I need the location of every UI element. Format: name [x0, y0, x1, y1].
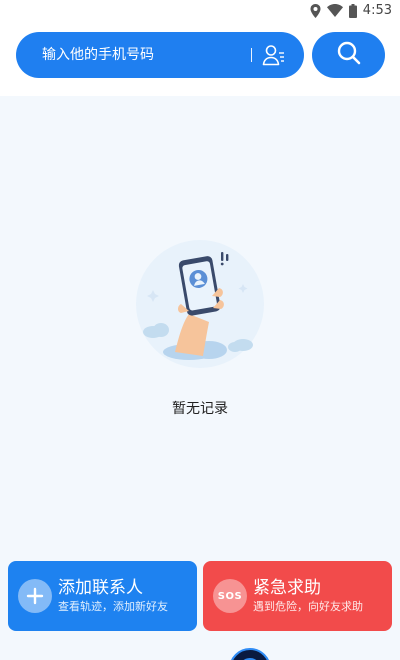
add-contact-title: 添加联系人 [58, 578, 143, 598]
status-bar: 4:53 [0, 0, 400, 24]
sos-subtitle: 遇到危险，向好友求助 [253, 600, 363, 613]
add-contact-subtitle: 查看轨迹，添加新好友 [58, 600, 168, 613]
phone-search-input[interactable] [40, 39, 251, 71]
search-button[interactable] [312, 32, 385, 78]
sos-icon: SOS [213, 579, 247, 613]
wifi-icon [326, 4, 343, 17]
sos-help-button[interactable]: SOS 紧急求助 遇到危险，向好友求助 [203, 561, 392, 631]
battery-icon [348, 3, 357, 18]
search-bar [16, 32, 304, 78]
empty-state-text: 暂无记录 [172, 401, 228, 417]
sos-title: 紧急求助 [253, 578, 321, 598]
app-screen: 4:53 输入他的手机号码 暂无记录 添加联系人 查看轨迹，添加新好友 SOS … [0, 0, 400, 660]
empty-state-illustration [131, 240, 269, 368]
search-icon [336, 40, 362, 70]
status-time: 4:53 [362, 3, 392, 18]
search-header [0, 24, 400, 96]
status-icons: 4:53 [310, 3, 392, 18]
search-divider [251, 48, 252, 62]
sos-icon-label: SOS [217, 590, 243, 602]
add-contact-button[interactable]: 添加联系人 查看轨迹，添加新好友 [8, 561, 197, 631]
plus-icon [18, 579, 52, 613]
app-logo-icon [229, 648, 271, 660]
contacts-book-icon[interactable] [262, 44, 286, 66]
location-icon [310, 3, 321, 18]
